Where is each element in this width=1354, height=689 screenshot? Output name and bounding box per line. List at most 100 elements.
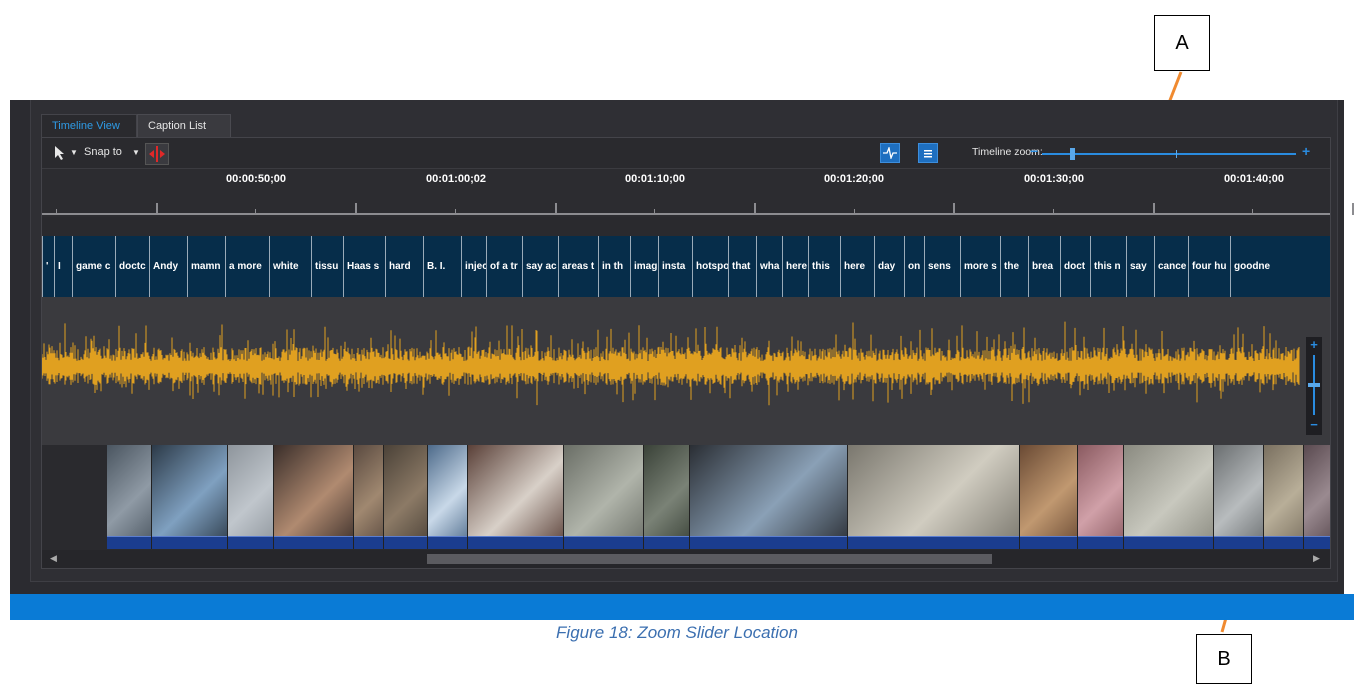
caption-block[interactable]: mamn: [187, 236, 225, 297]
tab-timeline-view[interactable]: Timeline View: [41, 114, 137, 137]
timeline-zoom-slider[interactable]: [1042, 148, 1296, 160]
caption-block[interactable]: I: [54, 236, 72, 297]
scroll-right-arrow-icon[interactable]: ▶: [1313, 553, 1320, 564]
vertical-zoom-out-button[interactable]: −: [1308, 417, 1320, 432]
ruler-tick: [1252, 209, 1253, 215]
thumbnail-lower-third: [274, 536, 353, 549]
caption-block[interactable]: cance: [1154, 236, 1188, 297]
caption-block[interactable]: sens: [924, 236, 960, 297]
caption-lines-icon: [924, 150, 932, 158]
video-thumbnail[interactable]: [1304, 445, 1330, 549]
thumbnail-lower-third: [1304, 536, 1330, 549]
caption-block[interactable]: four hu: [1188, 236, 1230, 297]
tab-caption-list[interactable]: Caption List: [137, 114, 231, 137]
caption-block[interactable]: tissu: [311, 236, 343, 297]
zoom-out-button[interactable]: −: [1030, 143, 1038, 159]
video-thumbnail[interactable]: [690, 445, 848, 549]
video-thumbnail[interactable]: [384, 445, 428, 549]
zoom-midpoint-tick: [1176, 150, 1177, 158]
split-caption-button[interactable]: [145, 143, 169, 165]
caption-block[interactable]: insta: [658, 236, 692, 297]
vertical-zoom-slider[interactable]: + −: [1306, 337, 1322, 435]
caption-block[interactable]: the: [1000, 236, 1028, 297]
caption-block[interactable]: here: [840, 236, 874, 297]
caption-block[interactable]: goodne: [1230, 236, 1272, 297]
zoom-in-button[interactable]: +: [1302, 143, 1310, 159]
caption-block[interactable]: injec: [461, 236, 486, 297]
video-thumbnail[interactable]: [428, 445, 468, 549]
caption-block[interactable]: in th: [598, 236, 630, 297]
caption-block[interactable]: white: [269, 236, 311, 297]
scrollbar-thumb[interactable]: [427, 554, 992, 564]
thumbnail-lower-third: [848, 536, 1019, 549]
caption-block[interactable]: day: [874, 236, 904, 297]
video-thumbnail[interactable]: [354, 445, 384, 549]
thumbnail-lower-third: [152, 536, 227, 549]
caption-block[interactable]: doct: [1060, 236, 1090, 297]
caption-block[interactable]: hard: [385, 236, 423, 297]
caption-block[interactable]: a more: [225, 236, 269, 297]
caption-block[interactable]: doctc: [115, 236, 149, 297]
timeline-panel: ▼ Snap to ▼ Timeline zoom: − + 00:00:50;…: [41, 137, 1354, 569]
ruler-timecode: 00:00:50;00: [226, 173, 286, 185]
caption-block[interactable]: say: [1126, 236, 1154, 297]
video-thumbnail-track[interactable]: [107, 445, 1330, 549]
video-thumbnail[interactable]: [564, 445, 644, 549]
caption-block[interactable]: wha: [756, 236, 782, 297]
timeline-zoom-handle[interactable]: [1070, 148, 1075, 160]
video-thumbnail[interactable]: [848, 445, 1020, 549]
caption-block[interactable]: say ac: [522, 236, 558, 297]
caption-block[interactable]: more s: [960, 236, 1000, 297]
video-thumbnail[interactable]: [152, 445, 228, 549]
timeline-container: Timeline View Caption List ▼ Snap to ▼ T…: [30, 100, 1354, 582]
caption-block[interactable]: that: [728, 236, 756, 297]
video-thumbnail[interactable]: [274, 445, 354, 549]
caption-track[interactable]: ' Igame c doctc Andy mamn a more white tissu Haa…: [42, 236, 1330, 297]
waveform-icon: [883, 147, 897, 159]
thumbnail-lower-third: [1264, 536, 1303, 549]
editor-window: Timeline View Caption List ▼ Snap to ▼ T…: [10, 100, 1354, 620]
caption-block[interactable]: hotspo: [692, 236, 728, 297]
ruler-tick: [156, 203, 158, 215]
video-thumbnail[interactable]: [1124, 445, 1214, 549]
video-thumbnail[interactable]: [644, 445, 690, 549]
pointer-tool-icon[interactable]: [54, 145, 66, 161]
caption-block[interactable]: imag: [630, 236, 658, 297]
ruler-baseline: [42, 213, 1330, 215]
vertical-zoom-handle[interactable]: [1308, 383, 1320, 387]
caption-block[interactable]: here: [782, 236, 808, 297]
caption-block[interactable]: B. I.: [423, 236, 461, 297]
caption-block[interactable]: Andy: [149, 236, 187, 297]
audio-waveform-track[interactable]: + −: [42, 297, 1330, 445]
chevron-down-icon[interactable]: ▼: [70, 148, 78, 157]
horizontal-scrollbar[interactable]: ◀ ▶: [42, 550, 1330, 568]
caption-block[interactable]: this n: [1090, 236, 1126, 297]
chevron-down-icon[interactable]: ▼: [132, 148, 140, 157]
video-thumbnail[interactable]: [228, 445, 274, 549]
caption-block[interactable]: game c: [72, 236, 115, 297]
caption-block[interactable]: on: [904, 236, 924, 297]
snap-to-button[interactable]: Snap to: [84, 146, 122, 158]
video-thumbnail[interactable]: [1078, 445, 1124, 549]
vertical-zoom-in-button[interactable]: +: [1308, 337, 1320, 352]
ruler-tick: [953, 203, 955, 215]
video-thumbnail[interactable]: [1214, 445, 1264, 549]
caption-block[interactable]: areas t: [558, 236, 598, 297]
caption-block[interactable]: of a tr: [486, 236, 522, 297]
time-ruler[interactable]: 00:00:50;00 00:01:00;02 00:01:10;00 00:0…: [42, 169, 1354, 217]
caption-block[interactable]: this: [808, 236, 840, 297]
thumbnail-lower-third: [384, 536, 427, 549]
caption-block[interactable]: ': [42, 236, 54, 297]
scroll-left-arrow-icon[interactable]: ◀: [50, 553, 57, 564]
video-thumbnail[interactable]: [107, 445, 152, 549]
caption-block[interactable]: brea: [1028, 236, 1060, 297]
waveform-toggle-button[interactable]: [880, 143, 900, 163]
captions-toggle-button[interactable]: [918, 143, 938, 163]
video-thumbnail[interactable]: [1264, 445, 1304, 549]
video-thumbnail[interactable]: [468, 445, 564, 549]
thumbnail-lower-third: [690, 536, 847, 549]
ruler-timecode: 00:01:20;00: [824, 173, 884, 185]
video-thumbnail[interactable]: [1020, 445, 1078, 549]
caption-block[interactable]: Haas s: [343, 236, 385, 297]
ruler-timecode: 00:01:10;00: [625, 173, 685, 185]
